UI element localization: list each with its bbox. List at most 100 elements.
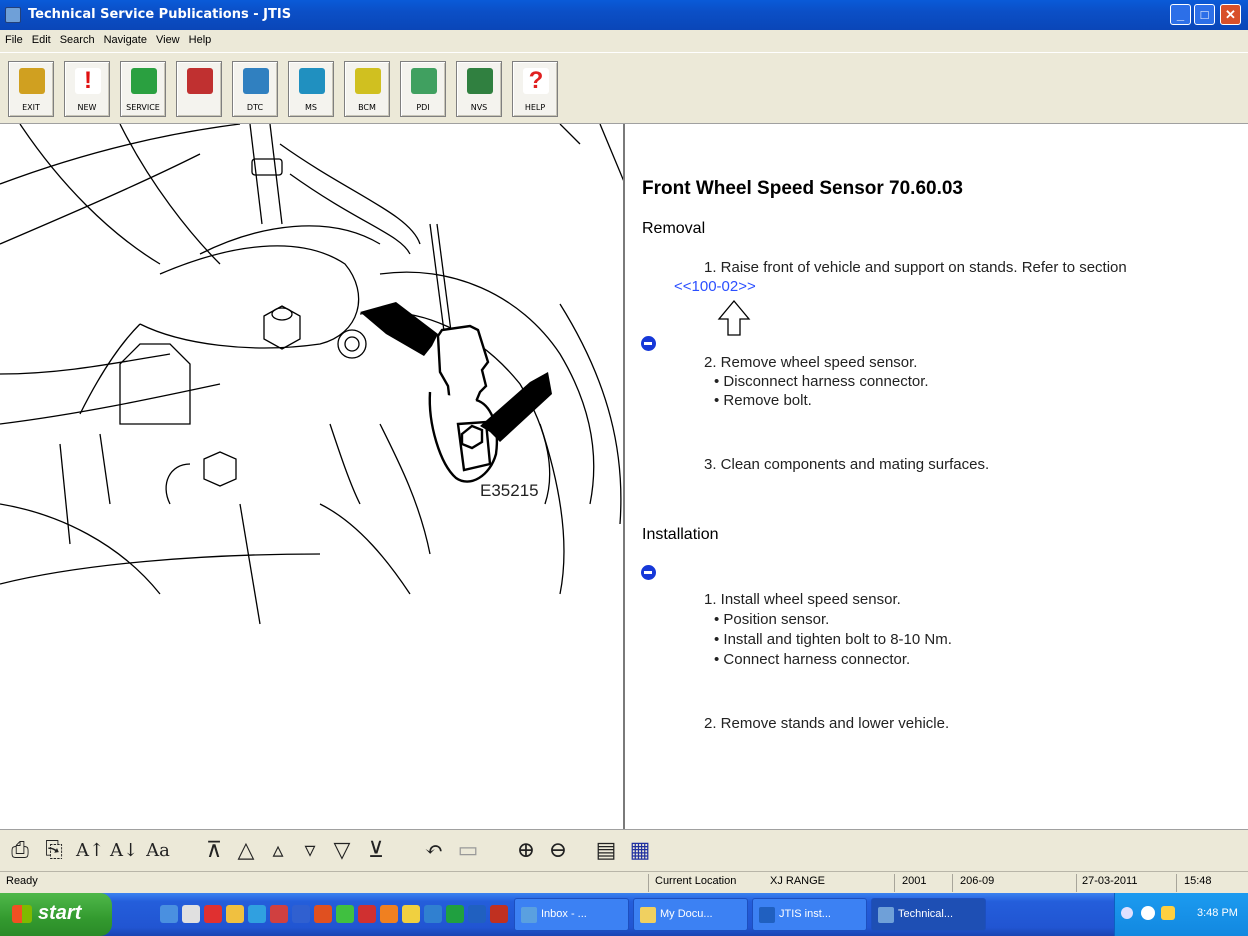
nvs-label: NVS [470, 103, 488, 112]
menu-view[interactable]: View [151, 30, 184, 46]
up-arrow-annotation [717, 299, 751, 336]
service-button[interactable]: SERVICE [120, 61, 166, 117]
dtc-label: DTC [246, 103, 264, 112]
copy-icon[interactable]: ⎘ [40, 837, 68, 865]
quicklaunch-icon[interactable] [292, 905, 310, 923]
quicklaunch-icon[interactable] [226, 905, 244, 923]
help-label: HELP [524, 103, 546, 112]
nvs-car-icon [467, 68, 493, 94]
zoom-in-icon[interactable]: ⊕ [512, 837, 540, 865]
menu-search[interactable]: Search [55, 30, 99, 46]
status-section: 206-09 [960, 875, 995, 887]
removal-step-3: 3. Clean components and mating surfaces. [704, 456, 990, 473]
install-step-1: 1. Install wheel speed sensor. [704, 591, 901, 608]
next-icon[interactable]: ▿ [296, 837, 324, 865]
first-page-icon[interactable]: ⊼ [200, 837, 228, 865]
maximize-button[interactable]: □ [1194, 4, 1215, 25]
back-icon[interactable]: ↶ [420, 837, 448, 865]
menu-file[interactable]: File [0, 30, 27, 46]
task-jtis-install-label: JTIS inst... [779, 908, 831, 920]
tray-volume-icon[interactable] [1161, 906, 1175, 920]
new-label: NEW [77, 103, 97, 112]
canada-button[interactable] [176, 61, 222, 117]
exit-door-icon [19, 68, 45, 94]
quicklaunch-icon[interactable] [204, 905, 222, 923]
menu-navigate[interactable]: Navigate [99, 30, 151, 46]
tray-arrow-icon[interactable] [1121, 907, 1133, 919]
layout-icon[interactable]: ▦ [626, 837, 654, 865]
windows-logo-icon [12, 905, 32, 923]
close-button[interactable]: ✕ [1220, 4, 1241, 25]
removal-step-2-sub-1: • Disconnect harness connector. [714, 373, 929, 390]
prev-page-icon[interactable]: △ [232, 837, 260, 865]
task-jtis-install[interactable]: JTIS inst... [752, 898, 867, 931]
quicklaunch-icon[interactable] [248, 905, 266, 923]
status-bar: Ready Current Location XJ RANGE 2001 206… [0, 871, 1248, 893]
ms-button[interactable]: MS [288, 61, 334, 117]
quicklaunch-icon[interactable] [380, 905, 398, 923]
minimize-button[interactable]: _ [1170, 4, 1191, 25]
task-inbox[interactable]: Inbox - ... [514, 898, 629, 931]
status-time: 15:48 [1184, 875, 1212, 887]
nav-bullet-icon[interactable] [641, 565, 656, 580]
last-page-icon[interactable]: ⊻ [362, 837, 390, 865]
pdi-car-icon [411, 68, 437, 94]
quicklaunch-icon[interactable] [160, 905, 178, 923]
nvs-button[interactable]: NVS [456, 61, 502, 117]
bcm-label: BCM [358, 103, 376, 112]
help-question-icon: ? [523, 68, 549, 94]
quicklaunch-icon[interactable] [358, 905, 376, 923]
status-divider [1076, 874, 1077, 892]
prev-icon[interactable]: ▵ [264, 837, 292, 865]
status-divider [648, 874, 649, 892]
removal-step-2: 2. Remove wheel speed sensor. [704, 354, 918, 371]
quicklaunch-icon[interactable] [314, 905, 332, 923]
task-technical-label: Technical... [898, 908, 954, 920]
quicklaunch-icon[interactable] [402, 905, 420, 923]
tray-network-icon[interactable] [1141, 906, 1155, 920]
start-button[interactable]: start [0, 893, 112, 936]
quicklaunch-icon[interactable] [468, 905, 486, 923]
current-location-label: Current Location [655, 875, 737, 887]
nav-bullet-icon[interactable] [641, 336, 656, 351]
font-decrease-icon[interactable]: A↓ [110, 837, 138, 865]
quicklaunch-icon[interactable] [336, 905, 354, 923]
zoom-out-icon[interactable]: ⊖ [544, 837, 572, 865]
print-icon[interactable]: ⎙ [6, 837, 34, 865]
help-button[interactable]: ? HELP [512, 61, 558, 117]
font-increase-icon[interactable]: A↑ [76, 837, 104, 865]
status-ready: Ready [6, 875, 38, 887]
dtc-button[interactable]: DTC [232, 61, 278, 117]
exit-button[interactable]: EXIT [8, 61, 54, 117]
task-technical[interactable]: Technical... [871, 898, 986, 931]
quicklaunch-icon[interactable] [490, 905, 508, 923]
new-button[interactable]: ! NEW [64, 61, 110, 117]
status-divider [1176, 874, 1177, 892]
dtc-icon [243, 68, 269, 94]
quicklaunch-icon[interactable] [446, 905, 464, 923]
page-icon[interactable]: ▤ [592, 837, 620, 865]
procedure-pane[interactable]: Front Wheel Speed Sensor 70.60.03 Remova… [627, 124, 1248, 829]
task-my-documents[interactable]: My Docu... [633, 898, 748, 931]
pdi-button[interactable]: PDI [400, 61, 446, 117]
menu-help[interactable]: Help [184, 30, 216, 46]
illustration-pane[interactable]: E35215 [0, 124, 625, 829]
inbox-icon [521, 907, 537, 923]
status-location: XJ RANGE [770, 875, 826, 887]
quicklaunch-icon[interactable] [182, 905, 200, 923]
quicklaunch-icon[interactable] [424, 905, 442, 923]
menu-bar: File Edit Search Navigate View Help [0, 30, 1248, 52]
folder-icon [640, 907, 656, 923]
font-icon[interactable]: Aa [144, 837, 172, 865]
word-icon [759, 907, 775, 923]
status-date: 27-03-2011 [1082, 875, 1138, 887]
service-tools-icon [131, 68, 157, 94]
section-link[interactable]: <<100-02>> [674, 278, 756, 295]
quicklaunch-icon[interactable] [270, 905, 288, 923]
task-inbox-label: Inbox - ... [541, 908, 587, 920]
next-page-icon[interactable]: ▽ [328, 837, 356, 865]
menu-edit[interactable]: Edit [27, 30, 55, 46]
install-step-1-sub-3: • Connect harness connector. [714, 651, 911, 668]
forward-icon[interactable]: ▭ [454, 837, 482, 865]
bcm-button[interactable]: BCM [344, 61, 390, 117]
